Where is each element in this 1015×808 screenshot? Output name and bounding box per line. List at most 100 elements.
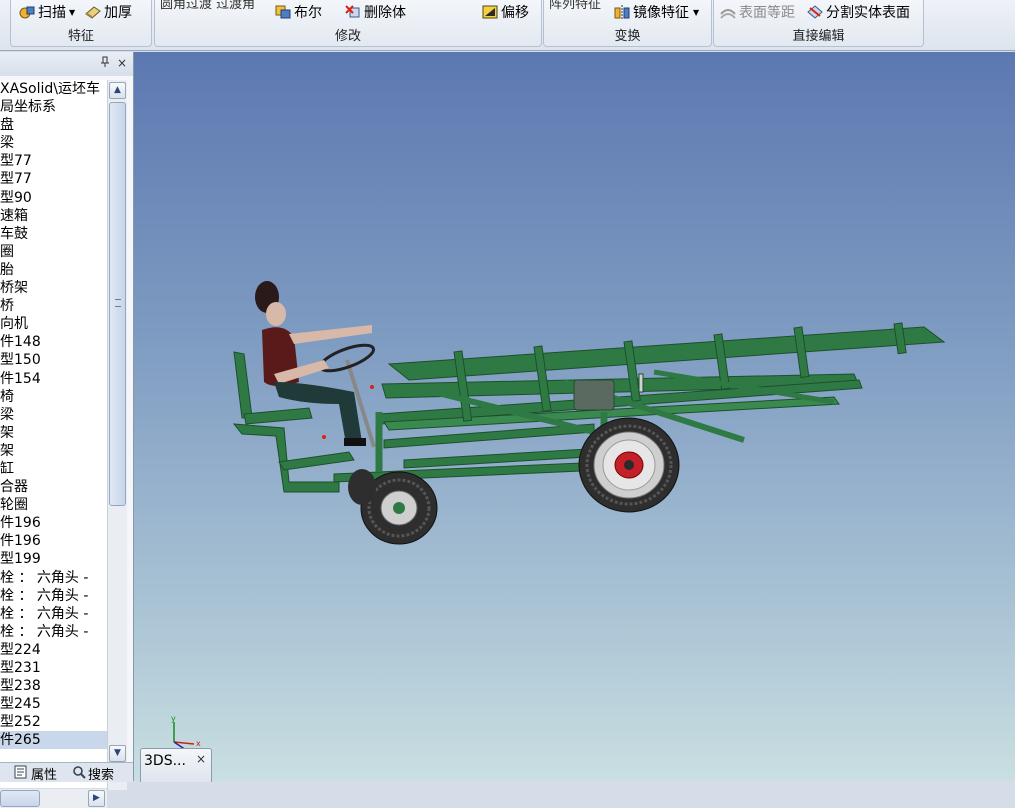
properties-icon — [14, 765, 28, 783]
tree-item[interactable]: 合器 — [0, 478, 107, 496]
vertical-scrollbar[interactable]: ▲ ▼ — [107, 80, 127, 790]
tree-item[interactable]: 桥架 — [0, 279, 107, 297]
tree-item[interactable]: 胎 — [0, 261, 107, 279]
chevron-down-icon[interactable]: ▼ — [69, 8, 75, 17]
tree-item[interactable]: 椅 — [0, 388, 107, 406]
fillet-transition-cut-label[interactable]: 圆角过渡 过渡角 — [160, 0, 255, 12]
tab-properties[interactable]: 属性 — [14, 764, 57, 783]
search-icon — [72, 765, 86, 783]
tree-item[interactable]: 件148 — [0, 333, 107, 351]
scroll-up-icon[interactable]: ▲ — [109, 82, 126, 99]
design-tree-panel: × XASolid\运坯车 局坐标系盘梁型77 型77 型90 速箱 车鼓圈胎桥架桥向机件… — [0, 52, 134, 808]
delete-body-icon — [345, 5, 361, 19]
axis-x-label: x — [196, 739, 201, 748]
tree-item[interactable]: 栓 ： 六角头 - — [0, 587, 107, 605]
tree-item[interactable]: 型150 — [0, 351, 107, 369]
tree-item[interactable]: 件154 — [0, 370, 107, 388]
tree-item[interactable]: 轮圈 — [0, 496, 107, 514]
h-scroll-thumb[interactable] — [0, 790, 40, 807]
tree-item[interactable]: 梁 — [0, 134, 107, 152]
tree-item[interactable]: 型77 — [0, 170, 107, 188]
tree-item[interactable]: 型245 — [0, 695, 107, 713]
tree-item[interactable]: 架 — [0, 424, 107, 442]
thicken-button[interactable]: 加厚 — [85, 3, 132, 21]
scroll-thumb[interactable] — [109, 102, 126, 506]
3d-viewport[interactable]: y x — [134, 52, 1015, 781]
tree-item[interactable]: 盘 — [0, 116, 107, 134]
delete-body-button[interactable]: 删除体 — [345, 3, 406, 21]
tree-item[interactable]: 型238 — [0, 677, 107, 695]
transform-group-label: 变换 — [614, 29, 641, 44]
direct-edit-group: 表面等距 分割实体表面 直接编辑 — [713, 0, 924, 47]
tree-item[interactable]: 速箱 — [0, 207, 107, 225]
tree-item[interactable]: 件196 — [0, 514, 107, 532]
sweep-button[interactable]: 扫描 ▼ — [19, 3, 75, 21]
mirror-icon — [614, 5, 630, 19]
document-tab[interactable]: 3DS... × — [140, 748, 212, 782]
thicken-label: 加厚 — [104, 5, 132, 21]
tree-item[interactable]: 架 — [0, 442, 107, 460]
pattern-feature-cut-label[interactable]: 阵列特征 — [549, 0, 601, 12]
tree-item[interactable]: 件196 — [0, 532, 107, 550]
modify-group: 圆角过渡 过渡角 布尔 删除体 偏移 修改 — [154, 0, 542, 47]
split-surface-icon — [807, 5, 823, 19]
close-panel-button[interactable]: × — [117, 56, 127, 70]
tree-item[interactable]: 型231 — [0, 659, 107, 677]
direct-edit-group-label: 直接编辑 — [792, 29, 845, 44]
scroll-right-icon[interactable]: ▶ — [88, 790, 105, 807]
features-group: 扫描 ▼ 加厚 特征 — [10, 0, 152, 47]
rear-left-wheel — [348, 469, 376, 505]
sweep-icon — [19, 5, 35, 19]
ribbon-toolbar: 扫描 ▼ 加厚 特征 圆角过渡 过渡角 布尔 删除体 偏移 修改 阵列特征 镜像… — [0, 0, 1015, 51]
panel-tabs: 属性 搜索 — [0, 762, 133, 783]
tree-item[interactable]: 栓 ： 六角头 - — [0, 605, 107, 623]
rear-wheel — [578, 417, 680, 513]
document-tab-label: 3DS... — [144, 753, 186, 769]
tree-item[interactable]: 件265 — [0, 731, 107, 750]
offset-button[interactable]: 偏移 — [482, 3, 529, 21]
tab-search[interactable]: 搜索 — [72, 764, 114, 783]
tree-item[interactable]: 缸 — [0, 460, 107, 478]
split-body-surface-button[interactable]: 分割实体表面 — [807, 3, 910, 21]
tree-item[interactable]: 型90 — [0, 189, 107, 207]
tree-item[interactable]: 梁 — [0, 406, 107, 424]
pin-icon[interactable] — [100, 56, 110, 71]
tree-item[interactable]: 车鼓 — [0, 225, 107, 243]
boolean-icon — [275, 5, 291, 19]
mirror-feature-button[interactable]: 镜像特征 ▼ — [614, 3, 699, 21]
tree-list: XASolid\运坯车 局坐标系盘梁型77 型77 型90 速箱 车鼓圈胎桥架桥向机 件14… — [0, 80, 107, 750]
search-tab-label: 搜索 — [88, 768, 115, 783]
transform-group: 阵列特征 镜像特征 ▼ 变换 — [543, 0, 712, 47]
tree-item[interactable]: 桥 — [0, 297, 107, 315]
tree-item[interactable]: 型252 — [0, 713, 107, 731]
delete-body-label: 删除体 — [364, 5, 406, 21]
design-tree[interactable]: XASolid\运坯车 局坐标系盘梁型77 型77 型90 速箱 车鼓圈胎桥架桥向机 件14… — [0, 80, 107, 788]
axis-triad: y x — [171, 714, 201, 751]
tree-item[interactable]: 型77 — [0, 152, 107, 170]
tree-item[interactable]: 栓 ： 六角头 - — [0, 569, 107, 587]
surface-offset-icon — [720, 5, 736, 19]
tree-item[interactable]: 型199 — [0, 550, 107, 568]
mirror-feature-label: 镜像特征 — [633, 5, 689, 21]
tree-item[interactable]: 栓 ： 六角头 - — [0, 623, 107, 641]
tree-item[interactable]: 向机 — [0, 315, 107, 333]
tree-item[interactable]: XASolid\运坯车 — [0, 80, 107, 98]
tree-item[interactable]: 圈 — [0, 243, 107, 261]
grip-icon — [115, 299, 121, 307]
vehicle-3d-model[interactable]: y x — [134, 52, 1015, 781]
features-group-label: 特征 — [67, 29, 94, 44]
offset-label: 偏移 — [501, 5, 529, 21]
surface-offset-button[interactable]: 表面等距 — [720, 3, 795, 21]
chevron-down-icon[interactable]: ▼ — [693, 8, 699, 17]
modify-group-label: 修改 — [334, 29, 361, 44]
thicken-icon — [85, 5, 101, 19]
tree-item[interactable]: 局坐标系 — [0, 98, 107, 116]
horizontal-scrollbar[interactable]: ▶ — [0, 789, 107, 808]
boolean-button[interactable]: 布尔 — [275, 3, 322, 21]
tree-item[interactable]: 型224 — [0, 641, 107, 659]
close-icon[interactable]: × — [196, 752, 206, 766]
scroll-down-icon[interactable]: ▼ — [109, 745, 126, 762]
surface-offset-label: 表面等距 — [739, 5, 795, 21]
axis-y-label: y — [171, 714, 176, 723]
split-body-surface-label: 分割实体表面 — [826, 5, 910, 21]
